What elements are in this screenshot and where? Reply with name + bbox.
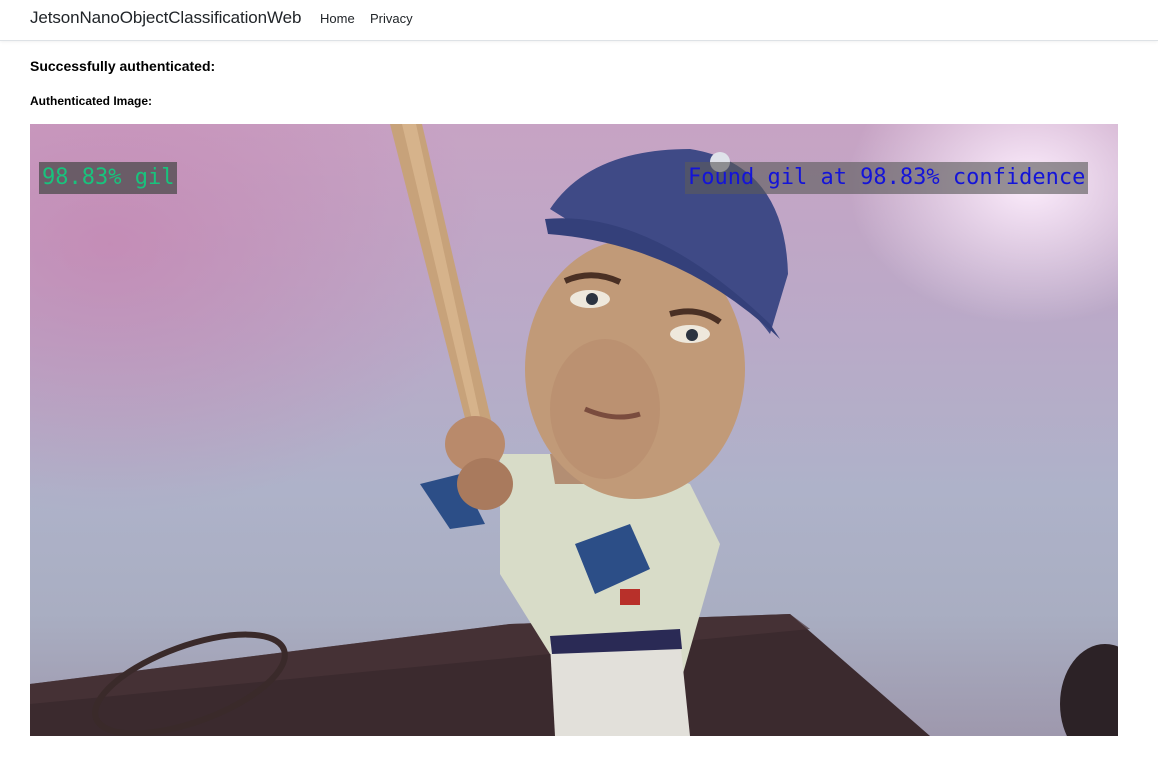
nav-link-privacy[interactable]: Privacy: [370, 11, 413, 26]
classification-overlay-full: Found gil at 98.83% confidence: [685, 162, 1089, 194]
nav-link-home[interactable]: Home: [320, 11, 355, 26]
authenticated-image: 98.83% gil Found gil at 98.83% confidenc…: [30, 124, 1118, 736]
classification-overlay-short: 98.83% gil: [39, 162, 178, 194]
bobblehead-photo-illustration: [30, 124, 1118, 736]
top-navbar: JetsonNanoObjectClassificationWeb Home P…: [0, 0, 1158, 41]
image-heading: Authenticated Image:: [30, 94, 153, 108]
status-heading: Successfully authenticated:: [30, 58, 216, 74]
brand-link[interactable]: JetsonNanoObjectClassificationWeb: [30, 8, 301, 28]
